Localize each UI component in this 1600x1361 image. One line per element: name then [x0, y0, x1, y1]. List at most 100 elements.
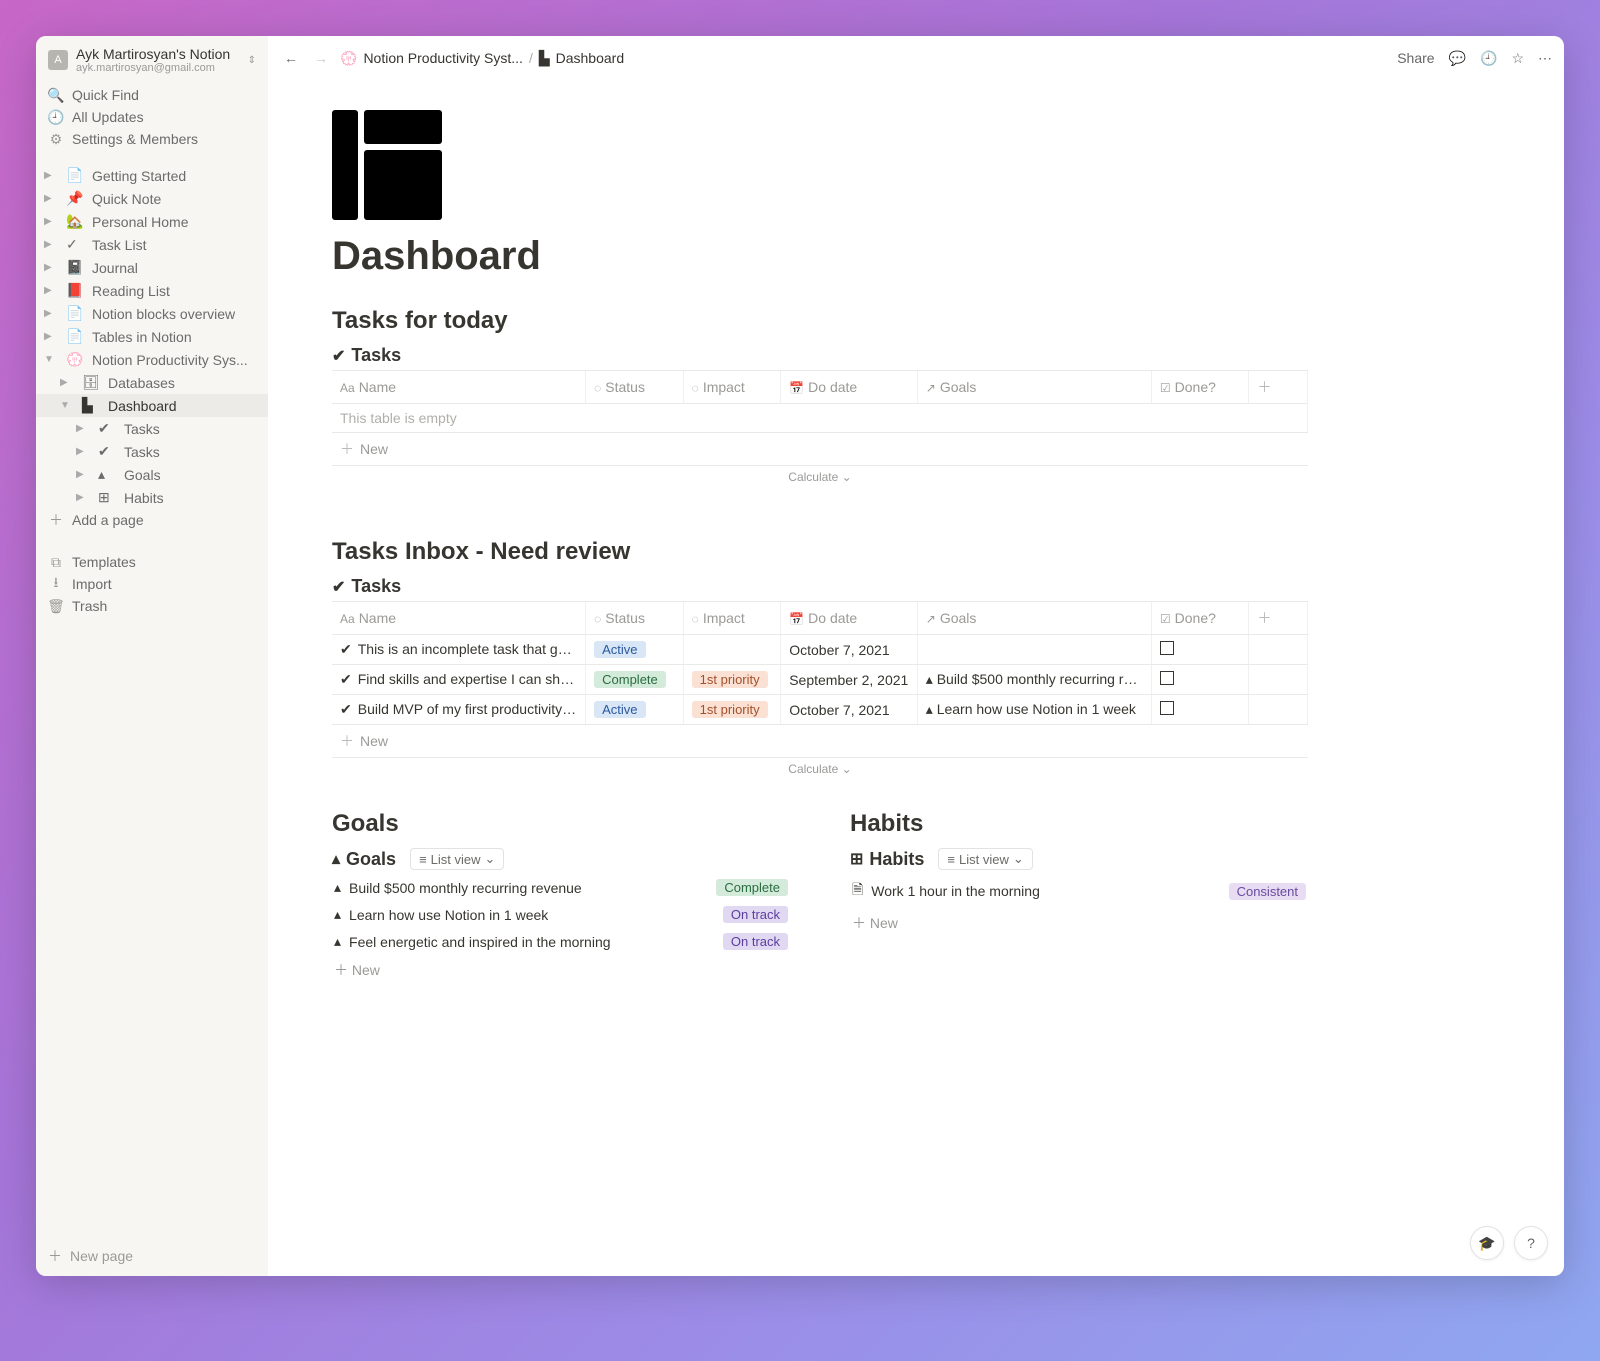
col-goals[interactable]: ↗Goals	[917, 371, 1151, 404]
cell-done[interactable]	[1151, 695, 1249, 725]
cell-impact[interactable]: 1st priority	[683, 695, 781, 725]
col-impact[interactable]: ◌Impact	[683, 602, 781, 635]
col-add[interactable]: ＋	[1249, 371, 1308, 404]
cell-goal[interactable]: ▴ Build $500 monthly recurring revenue	[917, 665, 1151, 695]
breadcrumb-parent[interactable]: Notion Productivity Syst...	[363, 50, 523, 66]
db-habits-link[interactable]: ⊞ Habits ≡ List view ⌄	[850, 844, 1308, 874]
db-goals-link[interactable]: ▴ Goals ≡ List view ⌄	[332, 844, 790, 874]
cell-dodate[interactable]: October 7, 2021	[781, 695, 918, 725]
add-page[interactable]: ＋ Add a page	[36, 509, 268, 531]
help-button[interactable]: ?	[1514, 1226, 1548, 1260]
trash[interactable]: 🗑 Trash	[36, 595, 268, 617]
disclosure-icon[interactable]: ▶	[44, 239, 58, 250]
cell-name[interactable]: ✔Build MVP of my first productivity syst…	[332, 695, 586, 725]
disclosure-icon[interactable]: ▶	[60, 377, 74, 388]
cell-dodate[interactable]: September 2, 2021	[781, 665, 918, 695]
db-tasks-link[interactable]: ✔ Tasks	[332, 341, 1308, 371]
col-done[interactable]: ☑Done?	[1151, 602, 1249, 635]
col-name[interactable]: AаName	[332, 602, 586, 635]
sidebar-page[interactable]: ▶🏡Personal Home	[36, 210, 268, 233]
disclosure-icon[interactable]: ▶	[44, 170, 58, 181]
cell-status[interactable]: Active	[586, 695, 684, 725]
sidebar-page[interactable]: ▶📕Reading List	[36, 279, 268, 302]
sidebar-page[interactable]: ▼💮Notion Productivity Sys...	[36, 348, 268, 371]
sidebar-page[interactable]: ▶🗄Databases	[36, 371, 268, 394]
view-chip[interactable]: ≡ List view ⌄	[938, 848, 1032, 870]
cell-goal[interactable]	[917, 635, 1151, 665]
disclosure-icon[interactable]: ▶	[44, 285, 58, 296]
list-item[interactable]: 🗎Work 1 hour in the morningConsistent	[850, 874, 1308, 908]
disclosure-icon[interactable]: ▶	[44, 262, 58, 273]
sidebar-page[interactable]: ▶✓Task List	[36, 233, 268, 256]
disclosure-icon[interactable]: ▶	[44, 193, 58, 204]
sidebar-page[interactable]: ▶📄Getting Started	[36, 164, 268, 187]
disclosure-icon[interactable]: ▼	[60, 400, 74, 411]
new-row[interactable]: ＋New	[332, 433, 1308, 466]
cell-impact[interactable]	[683, 635, 781, 665]
nav-forward[interactable]: →	[310, 48, 332, 68]
view-chip[interactable]: ≡ List view ⌄	[410, 848, 504, 870]
sidebar-page[interactable]: ▶📄Notion blocks overview	[36, 302, 268, 325]
import[interactable]: ⭳ Import	[36, 573, 268, 595]
settings-members[interactable]: ⚙ Settings & Members	[36, 128, 268, 150]
cell-status[interactable]: Complete	[586, 665, 684, 695]
list-item[interactable]: ▴Feel energetic and inspired in the morn…	[332, 928, 790, 955]
col-status[interactable]: ◌Status	[586, 602, 684, 635]
list-item[interactable]: ▴Learn how use Notion in 1 weekOn track	[332, 901, 790, 928]
cell-goal[interactable]: ▴ Learn how use Notion in 1 week	[917, 695, 1151, 725]
table-row[interactable]: ✔Find skills and expertise I can shareCo…	[332, 665, 1308, 695]
checkbox[interactable]	[1160, 641, 1174, 655]
sidebar-page[interactable]: ▶✔Tasks	[36, 440, 268, 463]
more-icon[interactable]: ⋯	[1538, 50, 1552, 67]
table-row[interactable]: ✔Build MVP of my first productivity syst…	[332, 695, 1308, 725]
sidebar-page[interactable]: ▶📌Quick Note	[36, 187, 268, 210]
cell-done[interactable]	[1151, 665, 1249, 695]
sidebar-page[interactable]: ▶📄Tables in Notion	[36, 325, 268, 348]
nav-back[interactable]: ←	[280, 48, 302, 68]
calculate[interactable]: Calculate ⌄	[332, 466, 1308, 488]
disclosure-icon[interactable]: ▶	[76, 446, 90, 457]
disclosure-icon[interactable]: ▶	[44, 308, 58, 319]
col-status[interactable]: ◌Status	[586, 371, 684, 404]
sidebar-page[interactable]: ▶📓Journal	[36, 256, 268, 279]
col-done[interactable]: ☑Done?	[1151, 371, 1249, 404]
calculate[interactable]: Calculate ⌄	[332, 758, 1308, 780]
all-updates[interactable]: 🕘 All Updates	[36, 106, 268, 128]
col-impact[interactable]: ◌Impact	[683, 371, 781, 404]
sidebar-page[interactable]: ▶▴Goals	[36, 463, 268, 486]
cell-dodate[interactable]: October 7, 2021	[781, 635, 918, 665]
new-row[interactable]: ＋New	[332, 725, 1308, 758]
graduation-button[interactable]: 🎓	[1470, 1226, 1504, 1260]
cell-done[interactable]	[1151, 635, 1249, 665]
db-tasks-inbox-link[interactable]: ✔ Tasks	[332, 572, 1308, 602]
list-item[interactable]: ▴Build $500 monthly recurring revenueCom…	[332, 874, 790, 901]
new-page-button[interactable]: ＋ New page	[36, 1236, 268, 1276]
workspace-switcher[interactable]: A Ayk Martirosyan's Notion ayk.martirosy…	[36, 36, 268, 80]
disclosure-icon[interactable]: ▶	[76, 469, 90, 480]
sidebar-page[interactable]: ▶✔Tasks	[36, 417, 268, 440]
col-dodate[interactable]: 📅Do date	[781, 602, 918, 635]
page-icon[interactable]	[332, 110, 442, 220]
col-goals[interactable]: ↗Goals	[917, 602, 1151, 635]
clock-icon[interactable]: 🕘	[1480, 50, 1497, 67]
new-goal[interactable]: ＋ New	[332, 955, 790, 985]
comment-icon[interactable]: 💬	[1449, 50, 1466, 67]
disclosure-icon[interactable]: ▶	[44, 216, 58, 227]
col-add[interactable]: ＋	[1249, 602, 1308, 635]
checkbox[interactable]	[1160, 671, 1174, 685]
templates[interactable]: ⧉ Templates	[36, 551, 268, 573]
sidebar-page[interactable]: ▶⊞Habits	[36, 486, 268, 509]
checkbox[interactable]	[1160, 701, 1174, 715]
cell-status[interactable]: Active	[586, 635, 684, 665]
cell-impact[interactable]: 1st priority	[683, 665, 781, 695]
page-title[interactable]: Dashboard	[332, 234, 1308, 279]
new-habit[interactable]: ＋ New	[850, 908, 1308, 938]
star-icon[interactable]: ☆	[1511, 50, 1524, 67]
table-row[interactable]: ✔This is an incomplete task that goes to…	[332, 635, 1308, 665]
col-dodate[interactable]: 📅Do date	[781, 371, 918, 404]
cell-name[interactable]: ✔Find skills and expertise I can share	[332, 665, 586, 695]
col-name[interactable]: AаName	[332, 371, 586, 404]
breadcrumb-current[interactable]: Dashboard	[556, 50, 625, 66]
disclosure-icon[interactable]: ▶	[44, 331, 58, 342]
quick-find[interactable]: 🔍 Quick Find	[36, 84, 268, 106]
